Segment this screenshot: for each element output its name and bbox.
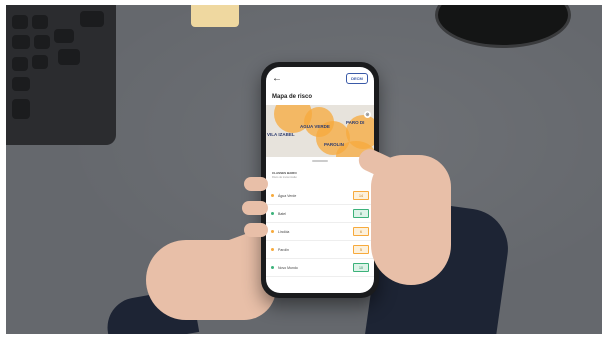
key — [12, 15, 28, 29]
neighborhood-name: Batel — [278, 211, 286, 216]
list-item[interactable]: Parolin 5 — [266, 241, 374, 259]
left-finger — [242, 201, 268, 215]
sticky-note — [191, 5, 239, 27]
list-item[interactable]: Água Verde 14 — [266, 187, 374, 205]
risk-dot-icon — [271, 194, 274, 197]
section-subtitle: Risco de transmissão — [272, 176, 297, 179]
page-title: Mapa de risco — [272, 94, 313, 100]
risk-dot-icon — [271, 266, 274, 269]
key — [32, 15, 48, 29]
neighborhood-name: Novo Mundo — [278, 265, 298, 270]
key — [12, 57, 28, 71]
left-finger — [244, 223, 268, 237]
keyboard — [6, 5, 116, 145]
case-count-badge: 5 — [353, 245, 369, 254]
key — [58, 49, 80, 65]
neighborhood-name: Lindóia — [278, 229, 290, 234]
case-count-badge: 14 — [353, 191, 369, 200]
case-count-badge: 6 — [353, 227, 369, 236]
key — [12, 99, 30, 119]
phone-screen: ← DECM Mapa de risco AGUA VERDE PARO DI … — [266, 67, 374, 293]
section-title: CLASSES BAIRO — [272, 171, 297, 175]
neighborhood-list: Água Verde 14 Batel 8 Lindóia 6 Parolin … — [266, 187, 374, 277]
map-label: PAROLIN — [324, 142, 344, 147]
list-item[interactable]: Lindóia 6 — [266, 223, 374, 241]
coffee-mug — [438, 5, 568, 45]
back-arrow-icon[interactable]: ← — [272, 73, 282, 84]
app-logo: DECM — [346, 72, 368, 84]
map-label: PARO DI — [346, 120, 365, 125]
phone: ← DECM Mapa de risco AGUA VERDE PARO DI … — [261, 62, 379, 298]
risk-map[interactable]: AGUA VERDE PARO DI VILA IZABEL PAROLIN ⊕ — [266, 105, 374, 157]
app-header: ← DECM — [266, 67, 374, 89]
photo-background: ← DECM Mapa de risco AGUA VERDE PARO DI … — [6, 5, 602, 334]
risk-dot-icon — [271, 212, 274, 215]
risk-dot-icon — [271, 230, 274, 233]
list-item[interactable]: Batel 8 — [266, 205, 374, 223]
sheet-handle[interactable] — [312, 160, 328, 162]
case-count-badge: 8 — [353, 209, 369, 218]
left-finger — [244, 177, 268, 191]
map-label: AGUA VERDE — [300, 124, 330, 129]
map-label: VILA IZABEL — [267, 132, 295, 137]
neighborhood-name: Água Verde — [278, 193, 297, 198]
key — [54, 29, 74, 43]
locate-icon[interactable]: ⊕ — [364, 111, 371, 118]
case-count-badge: 10 — [353, 263, 369, 272]
key — [80, 11, 104, 27]
neighborhood-name: Parolin — [278, 247, 289, 252]
key — [12, 77, 30, 91]
list-item[interactable]: Novo Mundo 10 — [266, 259, 374, 277]
key — [34, 35, 50, 49]
key — [12, 35, 30, 49]
key — [32, 55, 48, 69]
risk-dot-icon — [271, 248, 274, 251]
